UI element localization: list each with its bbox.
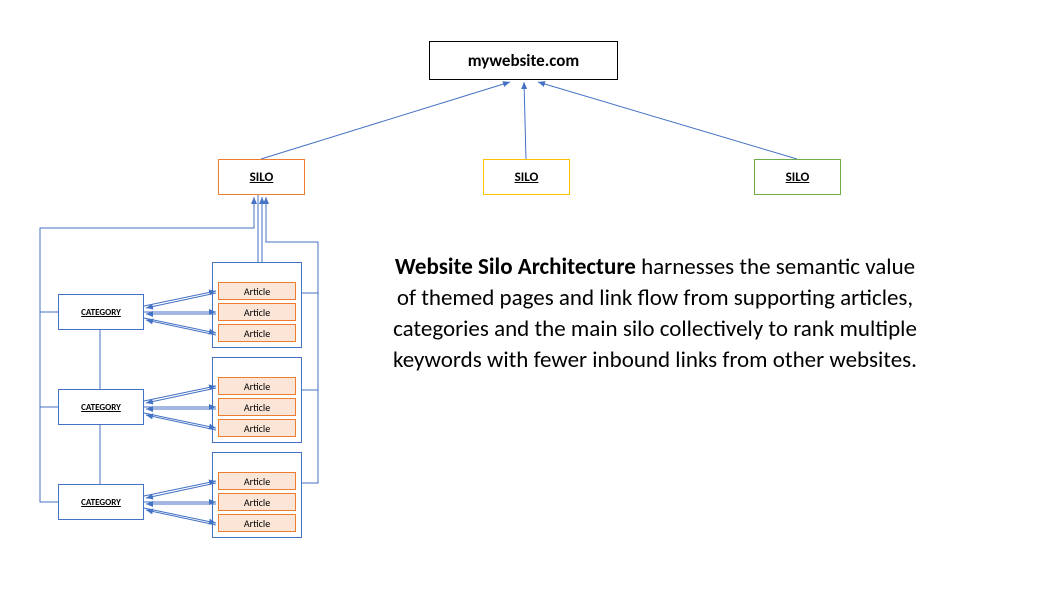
article-label: Article xyxy=(244,517,270,530)
article-node: Article xyxy=(218,472,296,490)
category-label: CATEGORY xyxy=(81,497,121,508)
article-node: Article xyxy=(218,282,296,300)
category-label: CATEGORY xyxy=(81,402,121,413)
article-label: Article xyxy=(244,496,270,509)
silo-node-3: SILO xyxy=(754,159,841,195)
root-node: mywebsite.com xyxy=(429,41,618,80)
article-node: Article xyxy=(218,419,296,437)
silo-label: SILO xyxy=(250,170,274,185)
article-node: Article xyxy=(218,377,296,395)
category-label: CATEGORY xyxy=(81,307,121,318)
root-label: mywebsite.com xyxy=(468,50,580,71)
description-bold: Website Silo Architecture xyxy=(395,253,636,281)
article-label: Article xyxy=(244,285,270,298)
article-label: Article xyxy=(244,380,270,393)
article-node: Article xyxy=(218,324,296,342)
silo-node-2: SILO xyxy=(483,159,570,195)
article-label: Article xyxy=(244,306,270,319)
article-label: Article xyxy=(244,475,270,488)
silo-label: SILO xyxy=(515,170,539,185)
description-text: Website Silo Architecture harnesses the … xyxy=(390,252,920,376)
article-node: Article xyxy=(218,493,296,511)
article-node: Article xyxy=(218,514,296,532)
category-node-2: CATEGORY xyxy=(58,389,144,425)
article-label: Article xyxy=(244,327,270,340)
category-node-1: CATEGORY xyxy=(58,294,144,330)
silo-label: SILO xyxy=(786,170,810,185)
article-label: Article xyxy=(244,422,270,435)
article-node: Article xyxy=(218,398,296,416)
article-label: Article xyxy=(244,401,270,414)
article-node: Article xyxy=(218,303,296,321)
category-node-3: CATEGORY xyxy=(58,484,144,520)
silo-node-1: SILO xyxy=(218,159,305,195)
